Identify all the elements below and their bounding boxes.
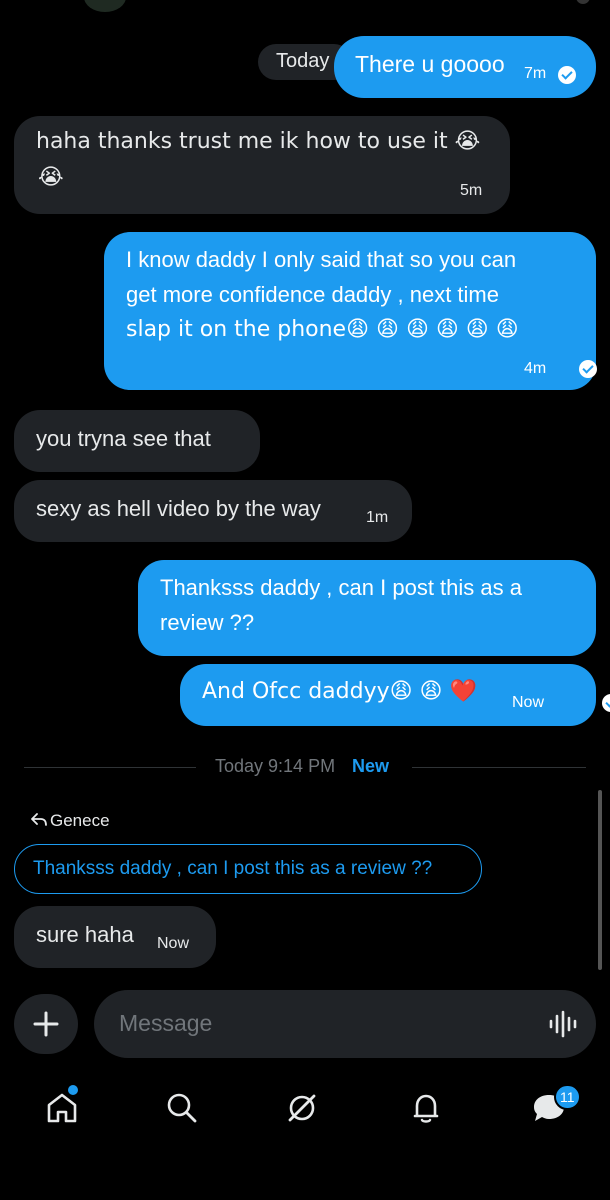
message-text: slap it on the phone😩 😩 😩 😩 😩 😩 [126,317,519,342]
new-label: New [352,756,390,776]
message-input-placeholder: Message [119,1010,213,1036]
message-text: sure haha [36,922,134,947]
message-text: There u goooo [355,51,505,77]
nav-messages[interactable]: 11 [526,1084,581,1130]
read-check-icon [601,694,610,712]
bell-icon [413,1094,439,1123]
nav-grok[interactable] [280,1086,324,1130]
separator-line-right [412,767,586,768]
grok-icon [288,1094,316,1122]
message-text: haha thanks trust me ik how to use it 😭 [36,129,481,154]
partial-header-icon [576,0,590,4]
message-time: Now [157,935,190,952]
message-text: sexy as hell video by the way [36,496,321,521]
plus-icon [33,1011,59,1037]
message-time: 7m [524,65,547,82]
nav-home[interactable] [40,1085,84,1130]
nav-notifications[interactable] [404,1086,448,1130]
search-icon [167,1093,197,1123]
message-time: 1m [366,509,389,526]
read-check-icon [579,360,598,378]
message-text: get more confidence daddy , next time [126,282,499,307]
notification-dot [68,1085,78,1095]
message-text: And Ofcc daddyy😩 😩 ❤️ [202,679,477,704]
message-text: I know daddy I only said that so you can [126,247,517,272]
message-text: Thanksss daddy , can I post this as a [160,575,522,600]
nav-search[interactable] [160,1086,204,1130]
date-pill-label: Today [276,50,330,72]
message-text: you tryna see that [36,426,211,451]
message-time: Now [512,694,545,711]
scrollbar[interactable] [598,790,602,970]
message-time: 5m [460,182,483,199]
quoted-message-text: Thanksss daddy , can I post this as a re… [33,858,433,879]
reply-author: Genece [50,811,110,830]
message-text: review ?? [160,610,255,635]
separator-time: Today 9:14 PM [215,756,336,776]
separator-line-left [24,767,196,768]
reply-arrow-icon [31,813,47,826]
partial-header-avatar [84,0,126,12]
read-check-icon [558,66,576,84]
home-icon [47,1093,77,1123]
message-text: 😭 [38,165,64,190]
messages-badge: 11 [554,1084,581,1110]
waveform-icon[interactable] [549,1010,579,1038]
message-time: 4m [524,360,547,377]
